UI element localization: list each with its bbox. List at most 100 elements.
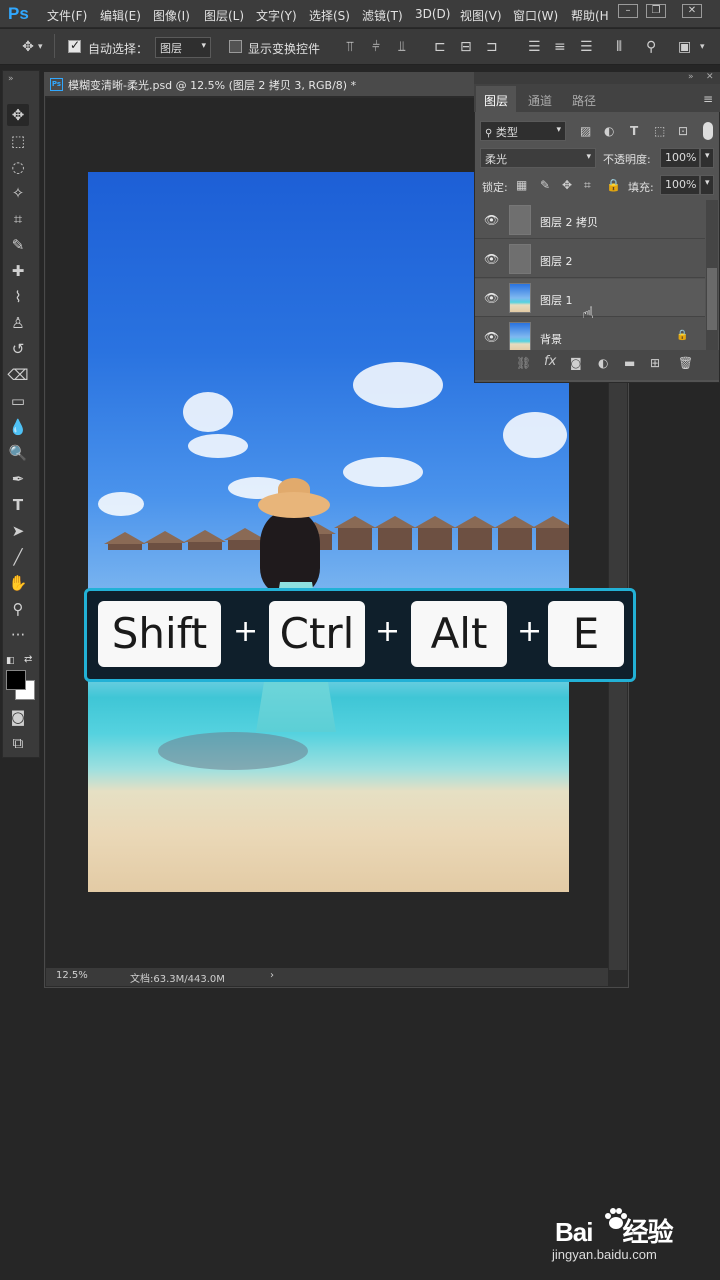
align-hcenter-icon[interactable]: ⊟	[460, 40, 472, 54]
align-vcenter-icon[interactable]: ⫩	[372, 40, 380, 54]
brush-tool-icon[interactable]: ⌇	[7, 286, 29, 308]
new-group-icon[interactable]: ▬	[624, 356, 635, 370]
type-tool-icon[interactable]: T	[7, 494, 29, 516]
layer-name[interactable]: 背景	[540, 331, 562, 347]
eye-icon[interactable]: 👁	[484, 292, 499, 304]
layer-name[interactable]: 图层 1	[540, 292, 573, 308]
history-brush-tool-icon[interactable]: ↺	[7, 338, 29, 360]
swap-colors-icon[interactable]: ⇄	[24, 654, 32, 665]
fx-icon[interactable]: fx	[544, 355, 556, 369]
menu-layer[interactable]: 图层(L)	[204, 7, 244, 24]
opacity-input[interactable]: 100%	[660, 148, 700, 168]
panel-menu-icon[interactable]: ≡	[703, 92, 713, 106]
lock-artboard-icon[interactable]: ⌗	[584, 178, 591, 192]
tab-channels[interactable]: 通道	[528, 92, 552, 109]
menu-edit[interactable]: 编辑(E)	[100, 7, 141, 24]
eye-icon[interactable]: 👁	[484, 253, 499, 265]
quick-mask-icon[interactable]: ◙	[7, 706, 29, 728]
new-layer-icon[interactable]: ⊞	[650, 356, 660, 370]
align-right-icon[interactable]: ⊐	[486, 40, 498, 54]
zoom-level[interactable]: 12.5%	[56, 970, 88, 981]
menu-window[interactable]: 窗口(W)	[513, 7, 558, 24]
layer-filter-dropdown[interactable]: ⚲ 类型 ▾	[480, 121, 566, 141]
filter-toggle[interactable]	[703, 122, 713, 140]
eraser-tool-icon[interactable]: ⌫	[7, 364, 29, 386]
layer-name[interactable]: 图层 2	[540, 253, 573, 269]
distribute-top-icon[interactable]: ☰	[528, 40, 541, 54]
crop-tool-icon[interactable]: ⌗	[7, 208, 29, 230]
lock-image-icon[interactable]: ✎	[540, 178, 550, 192]
layer-name[interactable]: 图层 2 拷贝	[540, 214, 598, 230]
tab-paths[interactable]: 路径	[572, 92, 596, 109]
tab-layers[interactable]: 图层	[484, 92, 508, 109]
hand-tool-icon[interactable]: ✋	[7, 572, 29, 594]
layers-scroll-thumb[interactable]	[707, 268, 717, 330]
add-mask-icon[interactable]: ◙	[570, 356, 582, 370]
search-icon[interactable]: ⚲	[646, 40, 656, 54]
restore-icon[interactable]: ❐	[646, 4, 666, 18]
fill-input[interactable]: 100%	[660, 175, 700, 195]
chevron-down-icon[interactable]: ▾	[700, 40, 705, 54]
marquee-tool-icon[interactable]: ⬚	[7, 130, 29, 152]
align-left-icon[interactable]: ⊏	[434, 40, 446, 54]
magic-wand-tool-icon[interactable]: ✧	[7, 182, 29, 204]
zoom-tool-icon[interactable]: ⚲	[7, 598, 29, 620]
menu-help[interactable]: 帮助(H	[571, 7, 609, 24]
blur-tool-icon[interactable]: 💧	[7, 416, 29, 438]
chevron-down-icon[interactable]: ▾	[700, 148, 714, 168]
filter-type-icon[interactable]: T	[630, 124, 638, 138]
distribute-vcenter-icon[interactable]: ≡	[554, 40, 566, 54]
filter-pixel-icon[interactable]: ▨	[580, 124, 591, 138]
lock-position-icon[interactable]: ✥	[562, 178, 572, 192]
link-layers-icon[interactable]: ⛓	[516, 356, 531, 370]
menu-type[interactable]: 文字(Y)	[256, 7, 297, 24]
auto-select-target-dropdown[interactable]: 图层 ▾	[155, 37, 211, 58]
chevron-down-icon[interactable]: ▾	[700, 175, 714, 195]
distribute-bottom-icon[interactable]: ☰	[580, 40, 593, 54]
collapse-toolbox-icon[interactable]: »	[8, 74, 14, 84]
pen-tool-icon[interactable]: ✒	[7, 468, 29, 490]
status-menu-arrow[interactable]: ›	[270, 970, 274, 981]
lasso-tool-icon[interactable]: ◌	[7, 156, 29, 178]
show-transform-checkbox[interactable]	[229, 40, 242, 53]
chevron-down-icon[interactable]: ▾	[38, 40, 43, 54]
more-tools-icon[interactable]: ···	[7, 624, 29, 646]
default-colors-icon[interactable]: ◧	[6, 656, 15, 666]
lock-all-icon[interactable]: 🔒	[606, 178, 621, 192]
filter-shape-icon[interactable]: ⬚	[654, 124, 665, 138]
close-icon[interactable]: ✕	[682, 4, 702, 18]
line-tool-icon[interactable]: ╱	[7, 546, 29, 568]
healing-brush-tool-icon[interactable]: ✚	[7, 260, 29, 282]
screen-mode-icon[interactable]: ⧉	[7, 732, 29, 754]
foreground-color-swatch[interactable]	[6, 670, 26, 690]
menu-select[interactable]: 选择(S)	[309, 7, 350, 24]
menu-image[interactable]: 图像(I)	[153, 7, 190, 24]
minimize-icon[interactable]: –	[618, 4, 638, 18]
auto-select-checkbox[interactable]	[68, 38, 81, 53]
filter-adjustment-icon[interactable]: ◐	[604, 124, 614, 138]
menu-filter[interactable]: 滤镜(T)	[362, 7, 403, 24]
blend-mode-dropdown[interactable]: 柔光 ▾	[480, 148, 596, 168]
workspace-icon[interactable]: ▣	[678, 40, 691, 54]
align-bottom-icon[interactable]: ⫫	[398, 40, 406, 54]
filter-smart-object-icon[interactable]: ⊡	[678, 124, 688, 138]
path-selection-tool-icon[interactable]: ➤	[7, 520, 29, 542]
move-tool-icon[interactable]: ✥	[7, 104, 29, 126]
menu-3d[interactable]: 3D(D)	[415, 7, 450, 21]
eye-icon[interactable]: 👁	[484, 331, 499, 343]
menu-view[interactable]: 视图(V)	[460, 7, 502, 24]
gradient-tool-icon[interactable]: ▭	[7, 390, 29, 412]
dodge-tool-icon[interactable]: 🔍	[7, 442, 29, 464]
distribute-hcenter-icon[interactable]: ⦀	[616, 40, 622, 54]
adjustment-layer-icon[interactable]: ◐	[598, 356, 608, 370]
trash-icon[interactable]: 🗑	[678, 356, 693, 370]
move-tool-icon[interactable]: ✥	[20, 40, 36, 54]
eye-icon[interactable]: 👁	[484, 214, 499, 226]
menu-file[interactable]: 文件(F)	[47, 7, 87, 24]
close-panel-icon[interactable]: ✕	[706, 72, 714, 82]
lock-transparent-icon[interactable]: ▦	[516, 178, 527, 192]
stamp-tool-icon[interactable]: ♙	[7, 312, 29, 334]
align-top-icon[interactable]: ⫪	[346, 40, 354, 54]
eyedropper-tool-icon[interactable]: ✎	[7, 234, 29, 256]
collapse-panel-icon[interactable]: »	[688, 72, 694, 82]
